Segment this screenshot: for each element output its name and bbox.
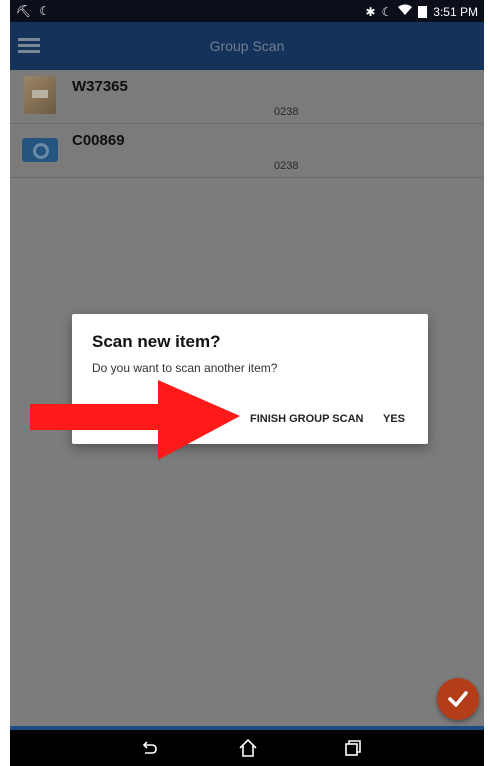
status-right: ✱ ☾ 3:51 PM (365, 4, 478, 19)
status-left: ⛏ ☾ (16, 4, 50, 18)
recents-icon[interactable] (343, 738, 363, 758)
list-item[interactable]: W37365 0238 (10, 70, 484, 124)
item-code: 0238 (274, 106, 299, 118)
list-item[interactable]: C00869 0238 (10, 124, 484, 178)
check-icon (448, 691, 468, 707)
camera-icon (22, 138, 58, 162)
red-arrow-annotation (30, 380, 240, 460)
status-bar: ⛏ ☾ ✱ ☾ 3:51 PM (10, 0, 484, 22)
moon-icon: ☾ (39, 4, 50, 18)
finish-group-scan-button[interactable]: FINISH GROUP SCAN (250, 413, 363, 425)
item-id: W37365 (72, 78, 128, 95)
battery-icon (418, 5, 428, 18)
status-time: 3:51 PM (433, 4, 478, 19)
item-code: 0238 (274, 160, 299, 172)
moon-icon: ☾ (381, 4, 393, 19)
item-id: C00869 (72, 132, 125, 149)
back-icon[interactable] (139, 738, 159, 758)
usb-icon: ⛏ (16, 4, 32, 18)
navigation-bar (10, 730, 484, 766)
yes-button[interactable]: YES (383, 413, 405, 425)
confirm-fab-button[interactable] (437, 678, 479, 720)
app-screen: ⛏ ☾ ✱ ☾ 3:51 PM Group Scan W37365 0238 C… (10, 0, 484, 766)
app-bar: Group Scan (10, 22, 484, 70)
dialog-title: Scan new item? (92, 332, 221, 351)
app-title: Group Scan (209, 38, 285, 54)
photo-thumbnail (24, 76, 56, 114)
home-icon[interactable] (238, 738, 258, 758)
wifi-icon (398, 4, 413, 19)
scanned-items-list: W37365 0238 C00869 0238 (10, 70, 484, 178)
bluetooth-icon: ✱ (365, 4, 376, 19)
